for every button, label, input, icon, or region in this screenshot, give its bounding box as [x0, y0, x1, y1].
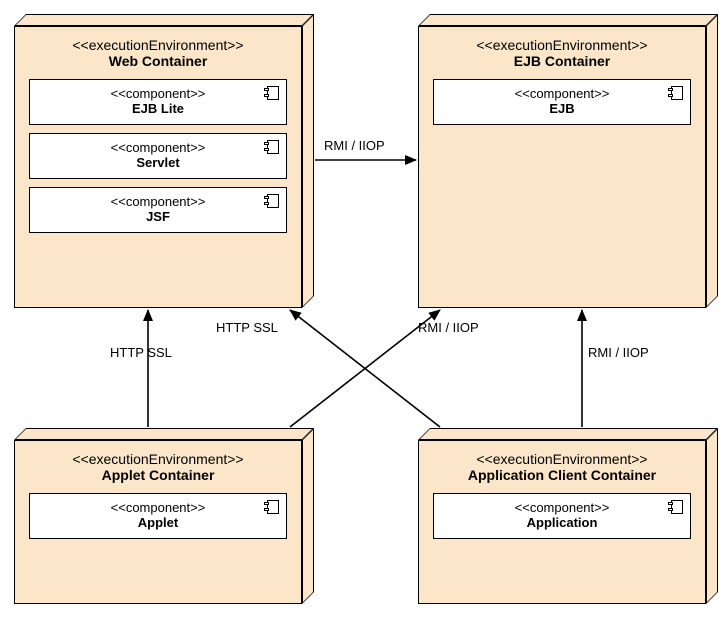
web-container-stereotype: <<executionEnvironment>> [29, 37, 287, 53]
component-icon [668, 86, 684, 102]
web-container-title: Web Container [29, 53, 287, 69]
component-icon [264, 86, 280, 102]
appclient-container-front: <<executionEnvironment>> Application Cli… [418, 440, 706, 604]
appclient-container-title: Application Client Container [433, 467, 691, 483]
ejb-container-title: EJB Container [433, 53, 691, 69]
component-icon [264, 140, 280, 156]
label-appclient-to-ejb: RMI / IIOP [588, 345, 649, 360]
component-stereotype: <<component>> [38, 140, 278, 155]
appclient-container-stereotype: <<executionEnvironment>> [433, 451, 691, 467]
component-ejb: <<component>> EJB [433, 79, 691, 125]
component-application: <<component>> Application [433, 493, 691, 539]
label-web-to-ejb: RMI / IIOP [324, 138, 385, 153]
component-stereotype: <<component>> [442, 86, 682, 101]
component-stereotype: <<component>> [38, 194, 278, 209]
component-title: JSF [38, 209, 278, 224]
component-title: Applet [38, 515, 278, 530]
label-applet-to-ejb: RMI / IIOP [418, 320, 479, 335]
component-title: EJB [442, 101, 682, 116]
component-stereotype: <<component>> [38, 86, 278, 101]
component-icon [668, 500, 684, 516]
component-jsf: <<component>> JSF [29, 187, 287, 233]
applet-container-stereotype: <<executionEnvironment>> [29, 451, 287, 467]
component-ejb-lite: <<component>> EJB Lite [29, 79, 287, 125]
component-stereotype: <<component>> [442, 500, 682, 515]
component-title: Servlet [38, 155, 278, 170]
applet-container-front: <<executionEnvironment>> Applet Containe… [14, 440, 302, 604]
web-container-front: <<executionEnvironment>> Web Container <… [14, 26, 302, 308]
label-applet-to-web: HTTP SSL [110, 345, 172, 360]
component-servlet: <<component>> Servlet [29, 133, 287, 179]
component-icon [264, 194, 280, 210]
component-stereotype: <<component>> [38, 500, 278, 515]
component-title: EJB Lite [38, 101, 278, 116]
applet-container-title: Applet Container [29, 467, 287, 483]
component-applet: <<component>> Applet [29, 493, 287, 539]
component-title: Application [442, 515, 682, 530]
ejb-container-stereotype: <<executionEnvironment>> [433, 37, 691, 53]
ejb-container-front: <<executionEnvironment>> EJB Container <… [418, 26, 706, 308]
label-appclient-to-web: HTTP SSL [216, 320, 278, 335]
component-icon [264, 500, 280, 516]
